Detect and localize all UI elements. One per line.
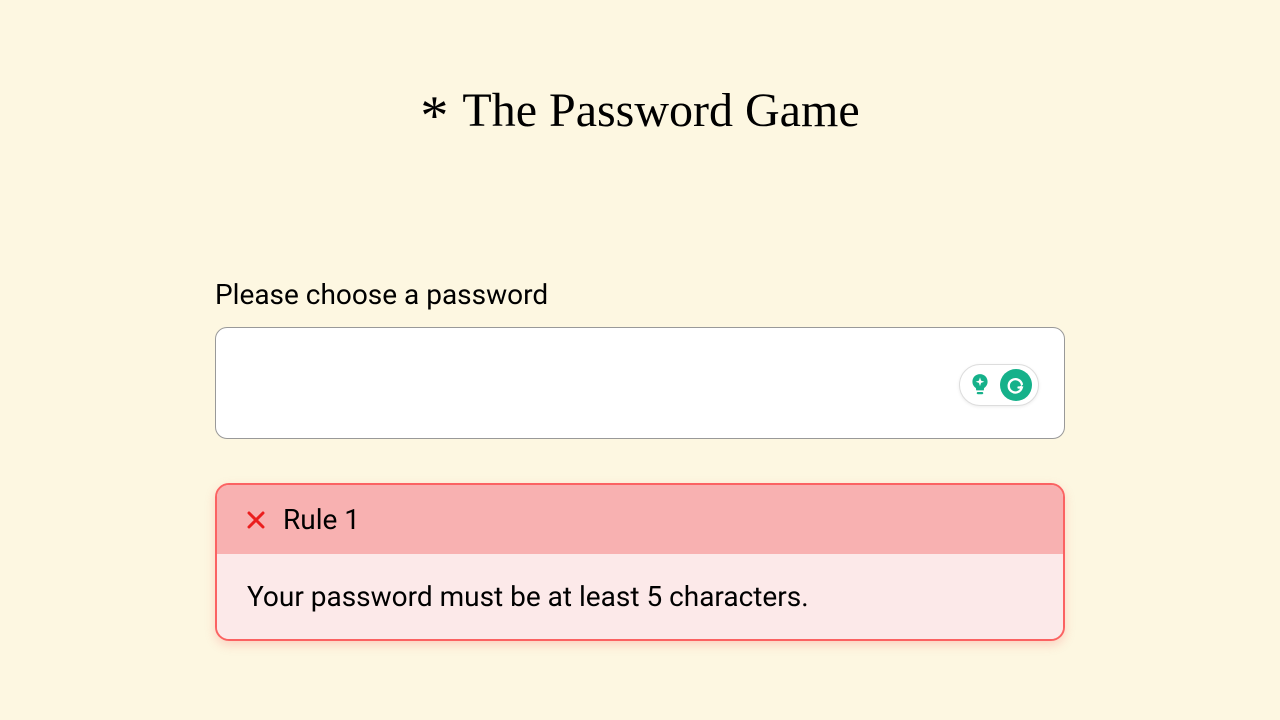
grammarly-icon [1000,369,1032,401]
page-container: * The Password Game Please choose a pass… [0,0,1280,641]
rule-description: Your password must be at least 5 charact… [217,554,1063,639]
password-prompt: Please choose a password [215,278,1065,311]
title-text: The Password Game [462,83,859,138]
bulb-icon [966,371,994,399]
asterisk-icon: * [420,88,448,144]
input-wrapper [215,327,1065,443]
rule-card: Rule 1 Your password must be at least 5 … [215,483,1065,641]
password-input[interactable] [215,327,1065,439]
main-area: Please choose a password [215,278,1065,641]
x-icon [243,507,269,533]
page-title: * The Password Game [420,82,859,138]
rule-header: Rule 1 [217,485,1063,554]
rule-number-label: Rule 1 [283,503,360,536]
grammarly-widget[interactable] [959,364,1039,406]
